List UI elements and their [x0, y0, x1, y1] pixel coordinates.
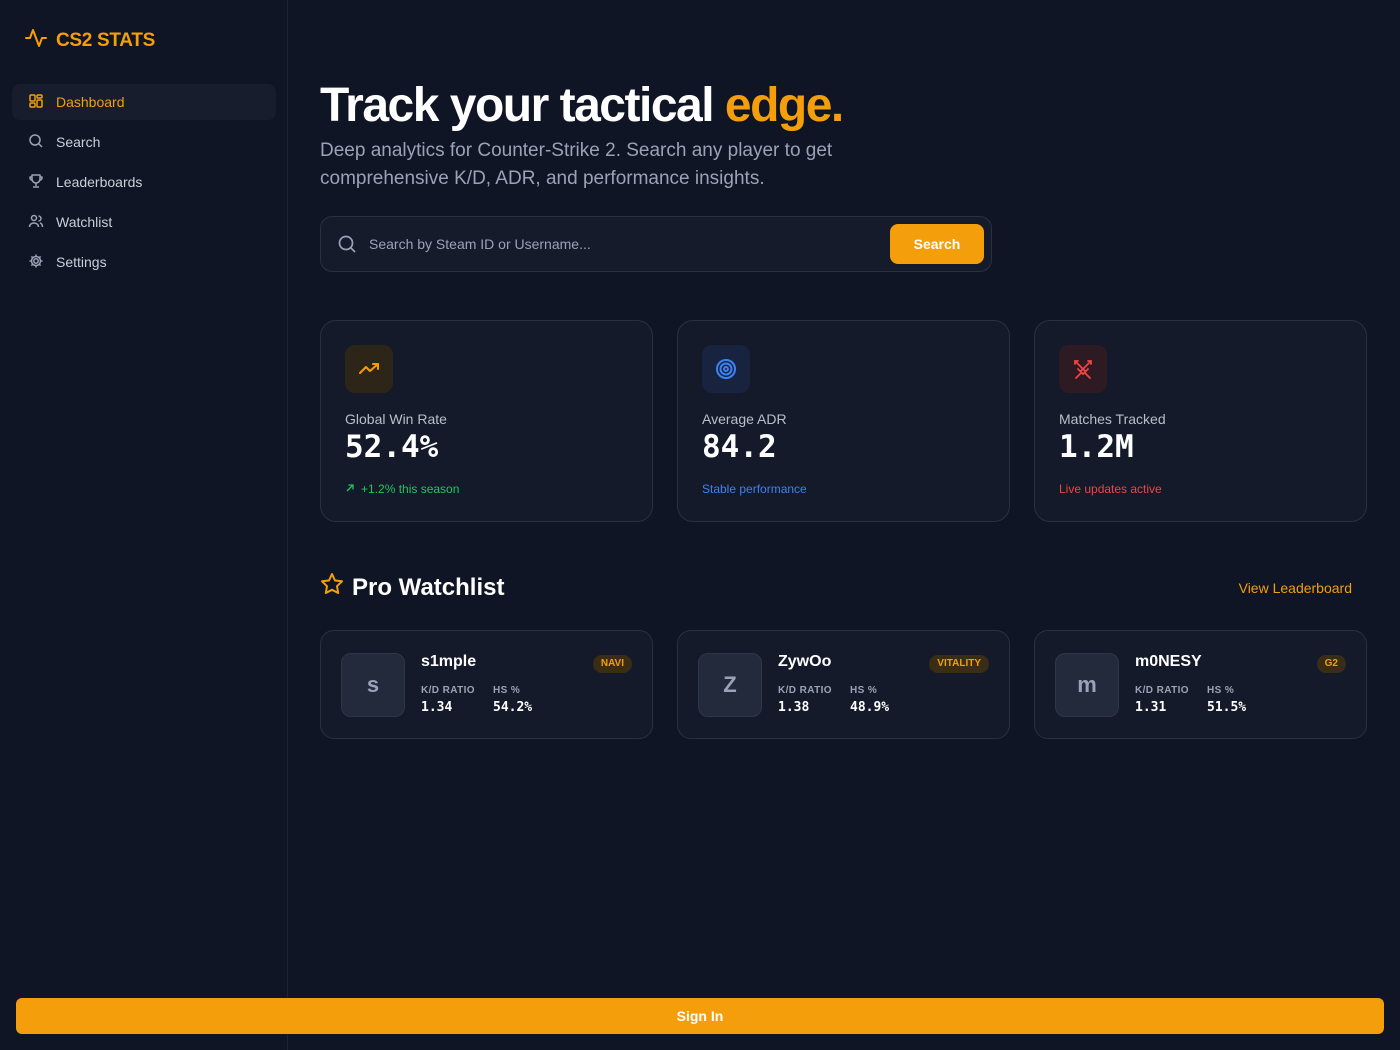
sidebar-nav: Dashboard Search Leaderboards Watchlist … — [12, 84, 276, 284]
stat-value: 52.4% — [345, 429, 439, 465]
avatar: Z — [698, 653, 762, 717]
sidebar-item-label: Settings — [56, 254, 107, 270]
kd-label: K/D RATIO — [421, 685, 475, 696]
hero-title-accent: edge. — [724, 79, 844, 132]
kd-stat: K/D RATIO 1.38 — [778, 685, 832, 715]
hs-stat: HS % 48.9% — [850, 685, 889, 715]
hero-title: Track your tactical edge. — [320, 78, 844, 133]
sign-in-button[interactable]: Sign In — [16, 998, 1384, 1034]
crossed-swords-icon — [1059, 345, 1107, 393]
stat-card-win-rate: Global Win Rate 52.4% +1.2% this season — [320, 320, 653, 522]
stat-label: Matches Tracked — [1059, 411, 1166, 427]
sidebar-item-label: Dashboard — [56, 94, 125, 110]
stat-label: Average ADR — [702, 411, 787, 427]
kd-stat: K/D RATIO 1.34 — [421, 685, 475, 715]
watchlist-title-text: Pro Watchlist — [352, 573, 505, 601]
hero-subtitle: Deep analytics for Counter-Strike 2. Sea… — [320, 140, 833, 189]
kd-value: 1.31 — [1135, 700, 1167, 715]
player-card-m0nesy[interactable]: m m0NESY G2 K/D RATIO 1.31 HS % 51.5% — [1034, 630, 1367, 739]
team-badge: NAVI — [592, 655, 632, 673]
star-icon — [320, 572, 344, 603]
stat-note: Live updates active — [1059, 482, 1162, 496]
hs-label: HS % — [1207, 685, 1235, 696]
player-card-zywoo[interactable]: Z ZywOo VITALITY K/D RATIO 1.38 HS % 48.… — [677, 630, 1010, 739]
search-button[interactable]: Search — [890, 224, 984, 264]
watchlist-title: Pro Watchlist — [320, 572, 504, 603]
sidebar: CS2 STATS Dashboard Search Leaderboards … — [0, 0, 288, 1050]
hs-label: HS % — [493, 685, 521, 696]
sidebar-item-label: Leaderboards — [56, 174, 143, 190]
avatar: s — [341, 653, 405, 717]
stat-value: 84.2 — [702, 429, 777, 465]
kd-label: K/D RATIO — [778, 685, 832, 696]
sidebar-item-watchlist[interactable]: Watchlist — [12, 204, 276, 240]
sidebar-item-label: Search — [56, 134, 101, 150]
sidebar-item-leaderboards[interactable]: Leaderboards — [12, 164, 276, 200]
hs-value: 48.9% — [850, 700, 890, 715]
trophy-icon — [28, 173, 44, 192]
search-icon — [28, 133, 44, 152]
stat-label: Global Win Rate — [345, 411, 447, 427]
hs-label: HS % — [850, 685, 878, 696]
hs-stat: HS % 51.5% — [1207, 685, 1246, 715]
watchlist-players: s s1mple NAVI K/D RATIO 1.34 HS % 54.2% … — [320, 630, 1368, 739]
avatar: m — [1055, 653, 1119, 717]
team-badge: G2 — [1316, 655, 1346, 673]
stat-value: 1.2M — [1059, 429, 1134, 465]
watchlist-header: Pro Watchlist View Leaderboard — [320, 572, 1368, 604]
kd-stat: K/D RATIO 1.31 — [1135, 685, 1189, 715]
stat-note-text: +1.2% this season — [361, 482, 460, 496]
search-input[interactable] — [369, 236, 890, 252]
stat-card-matches: Matches Tracked 1.2M Live updates active — [1034, 320, 1367, 522]
hero-title-main: Track your tactical — [320, 79, 725, 132]
arrow-up-right-icon — [345, 482, 355, 496]
player-name: ZywOo — [778, 653, 832, 670]
kd-value: 1.34 — [421, 700, 453, 715]
sidebar-item-label: Watchlist — [56, 214, 113, 230]
target-icon — [702, 345, 750, 393]
sidebar-item-search[interactable]: Search — [12, 124, 276, 160]
hs-stat: HS % 54.2% — [493, 685, 532, 715]
team-badge: VITALITY — [929, 655, 989, 673]
player-card-s1mple[interactable]: s s1mple NAVI K/D RATIO 1.34 HS % 54.2% — [320, 630, 653, 739]
stat-note-text: Stable performance — [702, 482, 807, 496]
hs-value: 51.5% — [1207, 700, 1247, 715]
player-name: m0NESY — [1135, 653, 1202, 670]
stat-note-text: Live updates active — [1059, 482, 1162, 496]
search-bar: Search — [320, 216, 992, 272]
kd-label: K/D RATIO — [1135, 685, 1189, 696]
brand[interactable]: CS2 STATS — [24, 26, 155, 55]
view-leaderboard-link[interactable]: View Leaderboard — [1239, 580, 1352, 596]
dashboard-icon — [28, 93, 44, 112]
gear-icon — [28, 253, 44, 272]
hs-value: 54.2% — [493, 700, 533, 715]
app-name: CS2 STATS — [56, 29, 155, 51]
users-icon — [28, 213, 44, 232]
stat-note: Stable performance — [702, 482, 807, 496]
player-name: s1mple — [421, 653, 477, 670]
stat-card-adr: Average ADR 84.2 Stable performance — [677, 320, 1010, 522]
stats-row: Global Win Rate 52.4% +1.2% this season … — [320, 320, 1368, 522]
sidebar-item-dashboard[interactable]: Dashboard — [12, 84, 276, 120]
stat-note: +1.2% this season — [345, 482, 459, 496]
pulse-icon — [24, 26, 48, 55]
sidebar-item-settings[interactable]: Settings — [12, 244, 276, 280]
search-icon — [337, 234, 357, 254]
kd-value: 1.38 — [778, 700, 810, 715]
trending-up-icon — [345, 345, 393, 393]
